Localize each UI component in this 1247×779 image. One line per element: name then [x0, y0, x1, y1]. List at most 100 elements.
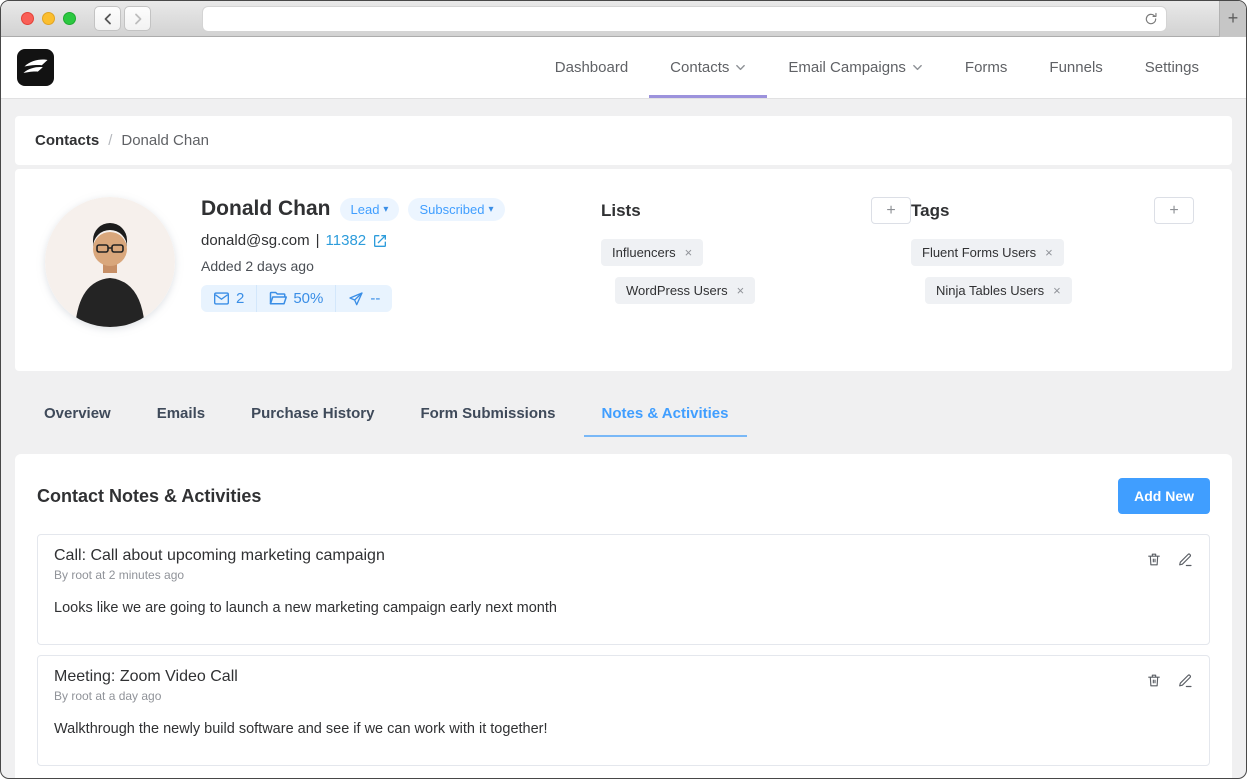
note-title: Meeting: Zoom Video Call [54, 668, 1146, 686]
list-chip: WordPress Users × [615, 277, 755, 304]
back-button[interactable] [94, 6, 121, 31]
note-title: Call: Call about upcoming marketing camp… [54, 547, 1146, 565]
send-icon [348, 291, 364, 307]
envelope-icon [213, 291, 230, 306]
contact-summary-card: Donald Chan Lead ▾ Subscribed ▾ donald@s… [15, 169, 1232, 371]
avatar [45, 197, 175, 327]
forward-button[interactable] [124, 6, 151, 31]
note-meta: By root at 2 minutes ago [54, 568, 1146, 582]
tag-chip-label: Fluent Forms Users [922, 245, 1036, 260]
caret-down-icon: ▾ [383, 204, 388, 215]
reload-icon[interactable] [1144, 12, 1158, 26]
tab-notes-activities[interactable]: Notes & Activities [584, 401, 747, 437]
contact-id-link[interactable]: 11382 [326, 232, 367, 249]
close-icon[interactable]: × [1045, 245, 1053, 260]
open-rate-stat: 50% [256, 285, 335, 312]
list-chip-label: WordPress Users [626, 283, 728, 298]
edit-icon[interactable] [1177, 672, 1193, 689]
note-meta: By root at a day ago [54, 689, 1146, 703]
nav-label: Dashboard [555, 59, 628, 76]
tags-section: Tags + Fluent Forms Users × Ninja Tables… [911, 197, 1194, 327]
close-icon[interactable]: × [1053, 283, 1061, 298]
zoom-window-button[interactable] [63, 12, 76, 25]
contact-info: Donald Chan Lead ▾ Subscribed ▾ donald@s… [201, 197, 601, 327]
list-chip: Influencers × [601, 239, 703, 266]
lists-section: Lists + Influencers × WordPress Users × [601, 197, 911, 327]
list-chip-label: Influencers [612, 245, 676, 260]
close-icon[interactable]: × [737, 283, 745, 298]
tag-chip-label: Ninja Tables Users [936, 283, 1044, 298]
nav-funnels[interactable]: Funnels [1028, 37, 1123, 98]
nav-label: Contacts [670, 59, 729, 76]
nav-label: Funnels [1049, 59, 1102, 76]
add-new-note-button[interactable]: Add New [1118, 478, 1210, 514]
close-icon[interactable]: × [685, 245, 693, 260]
note-body: Looks like we are going to launch a new … [54, 600, 1146, 616]
trash-icon[interactable] [1146, 551, 1162, 568]
tab-emails[interactable]: Emails [139, 401, 223, 437]
plus-icon: + [886, 202, 895, 220]
tag-chip: Fluent Forms Users × [911, 239, 1064, 266]
note-card: Call: Call about upcoming marketing camp… [37, 534, 1210, 645]
nav-label: Settings [1145, 59, 1199, 76]
url-input[interactable] [211, 11, 1144, 26]
close-window-button[interactable] [21, 12, 34, 25]
address-bar[interactable] [202, 6, 1167, 32]
tab-form-submissions[interactable]: Form Submissions [402, 401, 573, 437]
email-id-divider: | [316, 232, 320, 249]
click-rate-stat-value: -- [370, 290, 380, 307]
chevron-left-icon [102, 13, 114, 25]
subscription-status-dropdown[interactable]: Subscribed ▾ [408, 198, 504, 221]
nav-label: Forms [965, 59, 1008, 76]
note-card: Meeting: Zoom Video Call By root at a da… [37, 655, 1210, 766]
contact-type-label: Lead [351, 202, 380, 217]
tab-purchase-history[interactable]: Purchase History [233, 401, 392, 437]
nav-settings[interactable]: Settings [1124, 37, 1220, 98]
window-controls [21, 12, 76, 25]
tag-chip: Ninja Tables Users × [925, 277, 1072, 304]
contact-tabs: Overview Emails Purchase History Form Su… [15, 401, 1232, 437]
app-header: Dashboard Contacts Email Campaigns Forms… [1, 37, 1246, 98]
fluentcrm-logo[interactable] [17, 49, 54, 86]
chevron-down-icon [735, 62, 746, 73]
tab-overview[interactable]: Overview [26, 401, 129, 437]
open-folder-icon [269, 291, 287, 306]
nav-contacts[interactable]: Contacts [649, 37, 767, 98]
breadcrumb: Contacts / Donald Chan [15, 116, 1232, 165]
plus-icon: + [1228, 8, 1239, 29]
breadcrumb-contacts[interactable]: Contacts [35, 132, 99, 149]
contact-stats: 2 50% -- [201, 285, 392, 312]
contact-name: Donald Chan [201, 197, 331, 221]
nav-email-campaigns[interactable]: Email Campaigns [767, 37, 944, 98]
chevron-down-icon [912, 62, 923, 73]
chevron-right-icon [132, 13, 144, 25]
notes-panel: Contact Notes & Activities Add New Call:… [15, 454, 1232, 779]
main-nav: Dashboard Contacts Email Campaigns Forms… [534, 37, 1220, 98]
note-body: Walkthrough the newly build software and… [54, 721, 1146, 737]
nav-label: Email Campaigns [788, 59, 906, 76]
contact-email: donald@sg.com [201, 232, 310, 249]
add-list-button[interactable]: + [871, 197, 911, 224]
minimize-window-button[interactable] [42, 12, 55, 25]
contact-added-date: Added 2 days ago [201, 258, 601, 274]
emails-stat: 2 [201, 285, 256, 312]
subscription-status-label: Subscribed [419, 202, 484, 217]
breadcrumb-current: Donald Chan [121, 132, 209, 149]
breadcrumb-separator: / [108, 132, 112, 149]
browser-titlebar: + [1, 1, 1246, 37]
browser-window: + Dashboard Contacts Email Campaigns For… [0, 0, 1247, 779]
emails-stat-value: 2 [236, 290, 244, 307]
open-rate-stat-value: 50% [293, 290, 323, 307]
click-rate-stat: -- [335, 285, 392, 312]
notes-panel-title: Contact Notes & Activities [37, 486, 261, 507]
add-tag-button[interactable]: + [1154, 197, 1194, 224]
new-tab-button[interactable]: + [1219, 1, 1246, 37]
external-link-icon[interactable] [372, 233, 388, 249]
nav-dashboard[interactable]: Dashboard [534, 37, 649, 98]
trash-icon[interactable] [1146, 672, 1162, 689]
contact-type-dropdown[interactable]: Lead ▾ [340, 198, 400, 221]
caret-down-icon: ▾ [489, 204, 494, 215]
edit-icon[interactable] [1177, 551, 1193, 568]
nav-forms[interactable]: Forms [944, 37, 1029, 98]
plus-icon: + [1169, 202, 1178, 220]
